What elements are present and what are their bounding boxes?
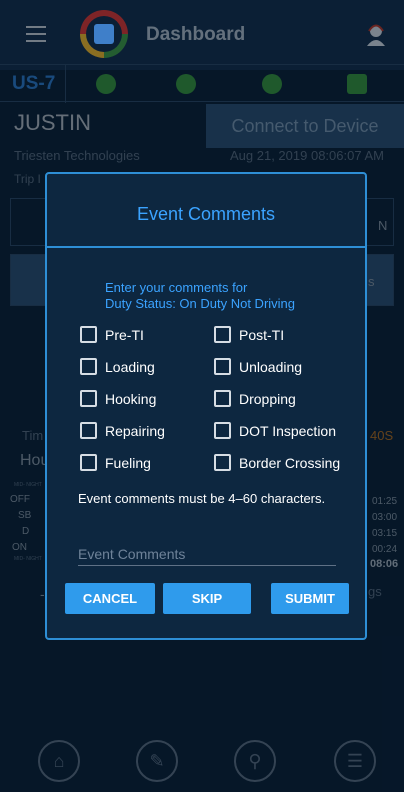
checkbox-pre-ti[interactable]: Pre-TI [80,326,144,343]
checkbox-label: Loading [105,358,155,375]
event-comments-dialog: Event Comments Enter your comments for D… [45,172,367,640]
checkbox-box[interactable] [214,358,231,375]
checkbox-label: Dropping [239,390,296,407]
checkbox-box[interactable] [80,422,97,439]
prompt-line-1: Enter your comments for [105,280,248,295]
checkbox-dot-inspection[interactable]: DOT Inspection [214,422,336,439]
checkbox-label: DOT Inspection [239,422,337,439]
checkbox-box[interactable] [80,326,97,343]
truck-icon [94,24,114,44]
checkbox-fueling[interactable]: Fueling [80,454,151,471]
checkbox-loading[interactable]: Loading [80,358,155,375]
dialog-title: Event Comments [136,204,276,224]
checkbox-label: Post-TI [239,326,285,343]
checkbox-label: Unloading [239,358,303,375]
comment-length-note: Event comments must be 4–60 characters. [78,491,326,506]
checkbox-border-crossing[interactable]: Border Crossing [214,454,340,471]
checkbox-box[interactable] [214,390,231,407]
checkbox-post-ti[interactable]: Post-TI [214,326,284,343]
prompt-line-2: Duty Status: On Duty Not Driving [105,296,296,311]
checkbox-label: Fueling [105,454,151,471]
checkbox-box[interactable] [80,358,97,375]
checkbox-box[interactable] [80,454,97,471]
submit-button[interactable]: SUBMIT [271,583,349,614]
skip-button[interactable]: SKIP [163,583,251,614]
checkbox-unloading[interactable]: Unloading [214,358,302,375]
checkbox-label: Border Crossing [239,454,341,471]
checkbox-label: Hooking [105,390,157,407]
checkbox-label: Pre-TI [105,326,144,343]
checkbox-hooking[interactable]: Hooking [80,390,156,407]
event-comments-input[interactable]: Event Comments [78,544,336,566]
dialog-prompt: Enter your comments for Duty Status: On … [105,280,295,312]
cancel-button[interactable]: CANCEL [65,583,155,614]
checkbox-dropping[interactable]: Dropping [214,390,296,407]
checkbox-label: Repairing [105,422,165,439]
checkbox-box[interactable] [214,326,231,343]
dialog-divider [47,246,365,248]
checkbox-box[interactable] [214,422,231,439]
checkbox-box[interactable] [214,454,231,471]
checkbox-repairing[interactable]: Repairing [80,422,165,439]
checkbox-box[interactable] [80,390,97,407]
